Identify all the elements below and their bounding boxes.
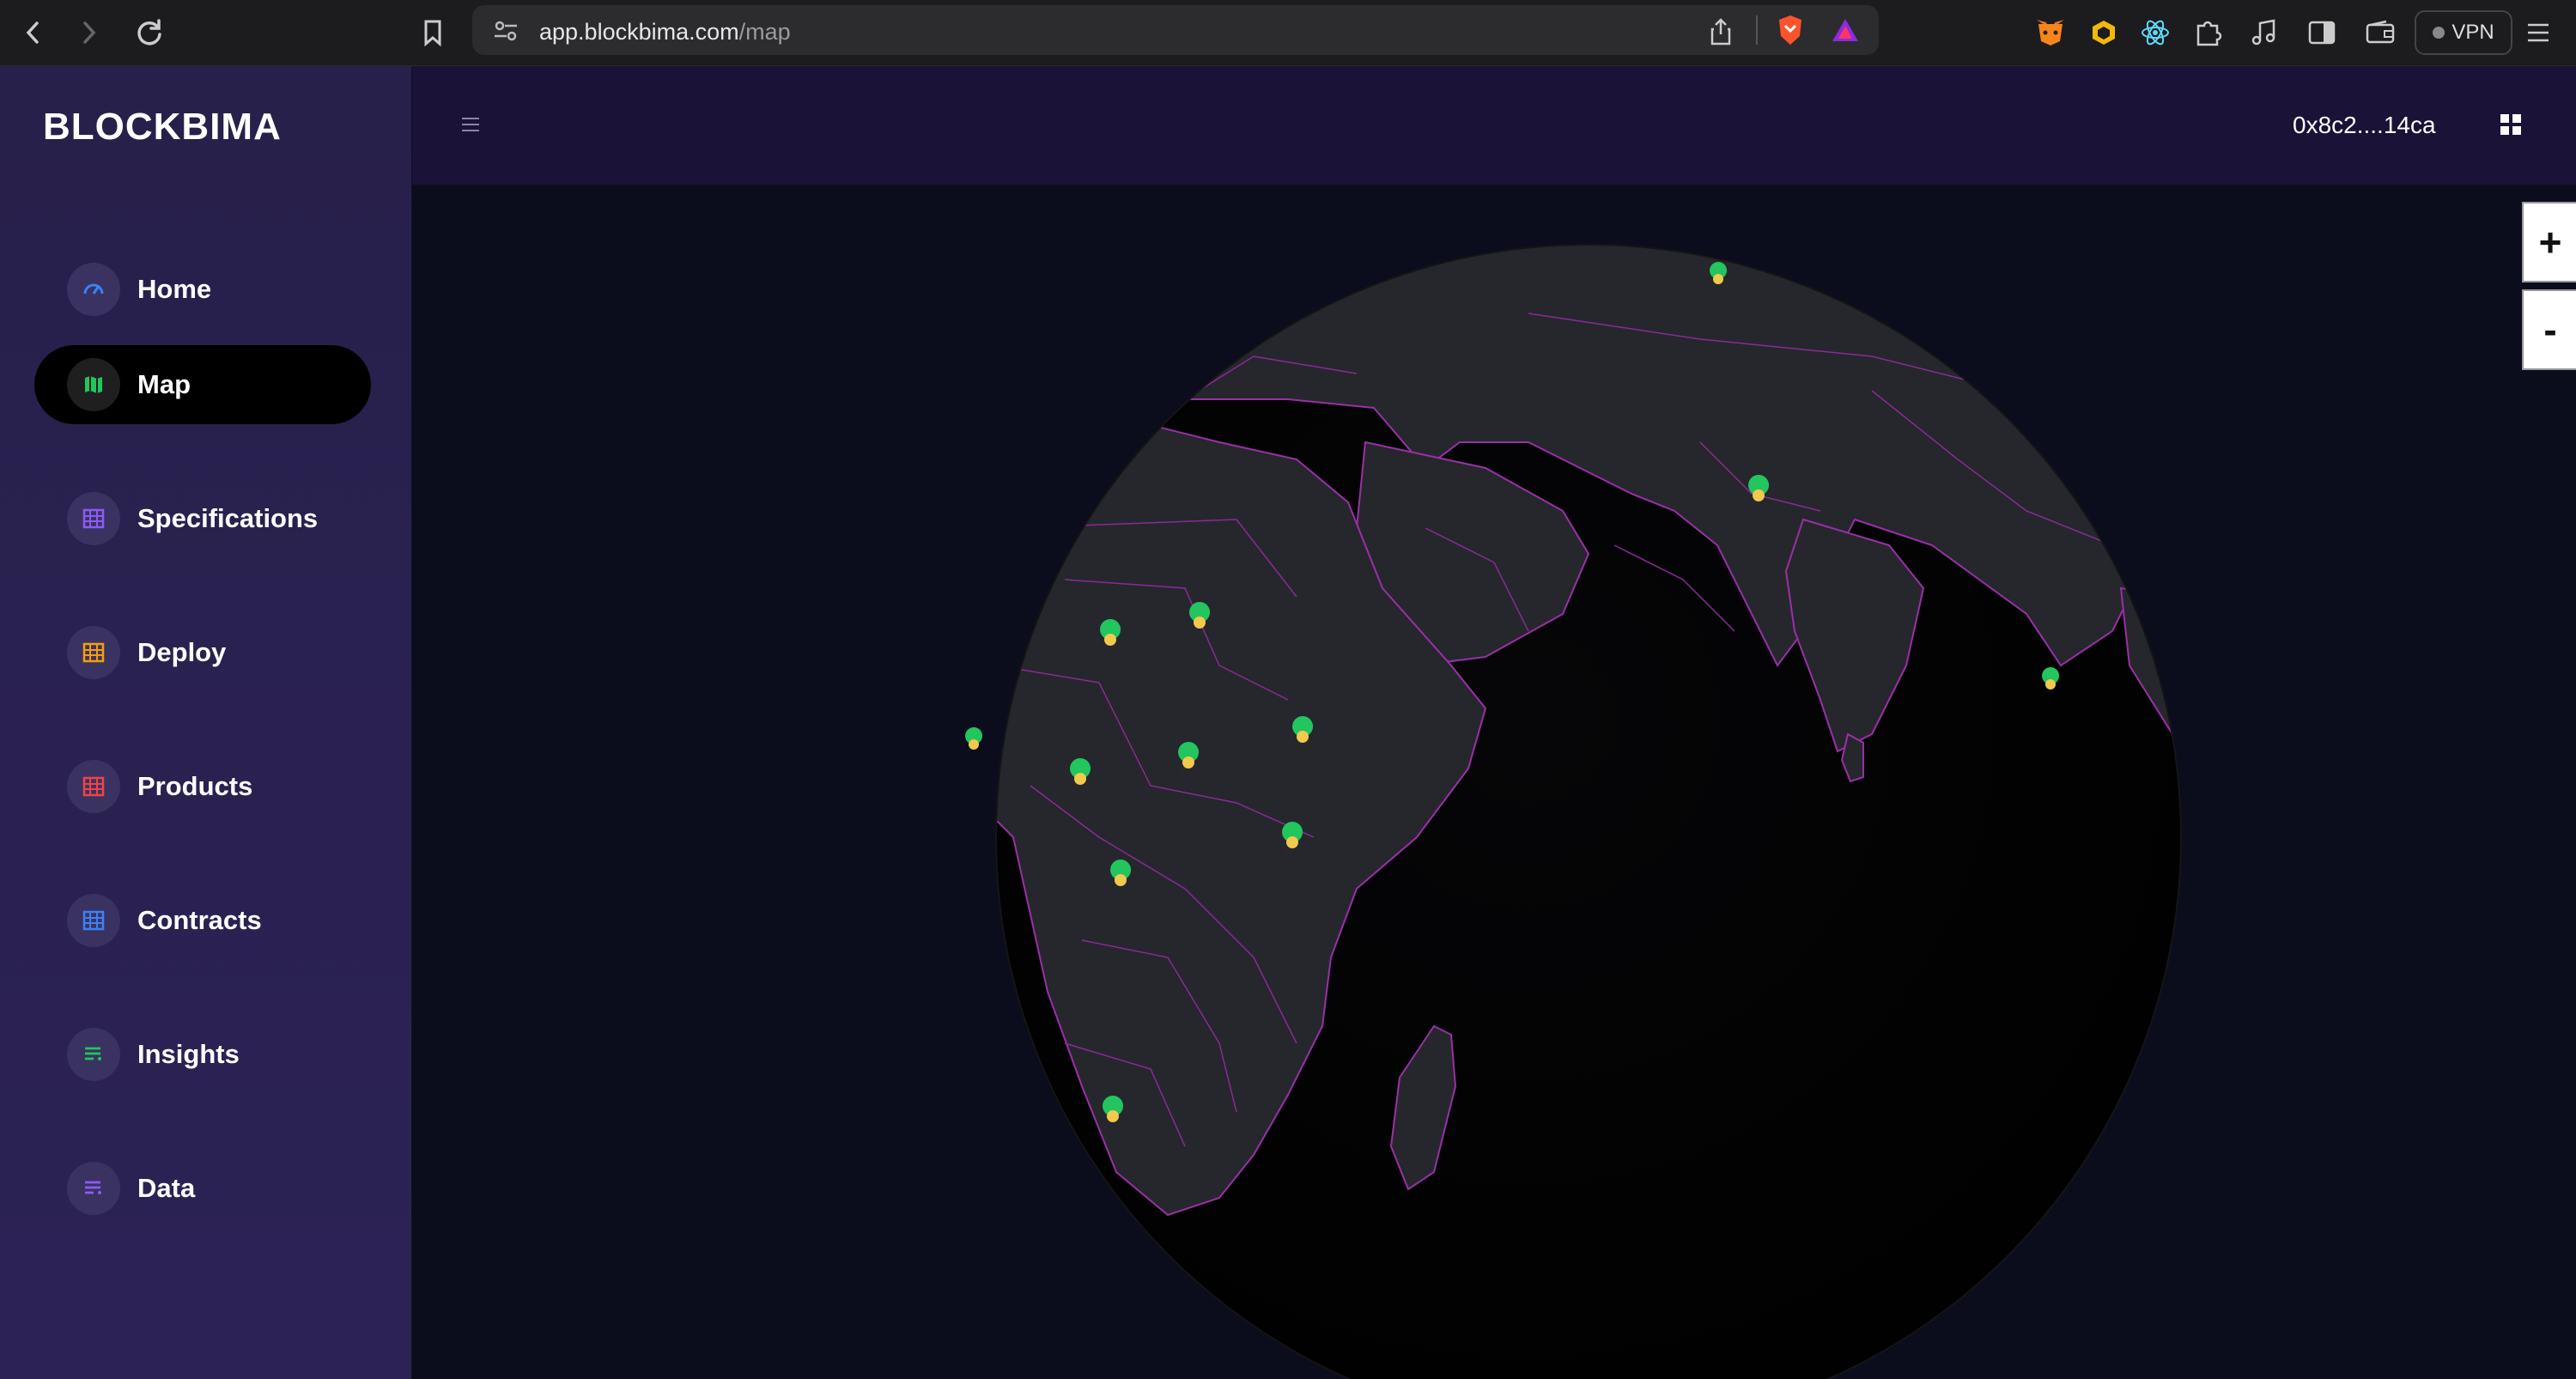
share-icon[interactable] — [1709, 17, 1733, 46]
table-icon — [67, 626, 120, 679]
sidebar-item-map[interactable]: Map — [34, 345, 371, 424]
brave-rewards-icon[interactable] — [1831, 17, 1860, 43]
sidebar-item-contracts[interactable]: Contracts — [34, 881, 371, 960]
sidebar-item-home[interactable]: Home — [34, 250, 371, 329]
globe-map[interactable] — [412, 185, 2576, 1379]
wallet-icon[interactable] — [2361, 14, 2399, 52]
cube-extension-icon[interactable] — [2085, 14, 2123, 52]
forward-button[interactable] — [69, 12, 110, 53]
wallet-address[interactable]: 0x8c2....14ca — [2293, 112, 2436, 139]
map-area[interactable]: + - — [412, 185, 2576, 1379]
bookmark-icon — [424, 20, 441, 46]
table-icon — [67, 492, 120, 545]
table-icon — [67, 760, 120, 813]
bookmark-button[interactable] — [412, 12, 453, 53]
hamburger-menu-icon[interactable] — [460, 116, 481, 133]
sidebar: BLOCKBIMA Home Map Specifications Deploy… — [0, 66, 411, 1379]
table-icon — [67, 894, 120, 947]
sidebar-item-label: Deploy — [137, 637, 227, 667]
address-bar[interactable]: app.blockbima.com/map — [472, 5, 1879, 55]
sidebar-item-products[interactable]: Products — [34, 747, 371, 826]
sidebar-item-label: Insights — [137, 1039, 240, 1069]
zoom-out-button[interactable]: - — [2522, 289, 2576, 370]
sidebar-item-label: Data — [137, 1173, 196, 1203]
sidebar-item-label: Map — [137, 369, 191, 399]
browser-menu-icon[interactable] — [2519, 14, 2557, 52]
app-logo[interactable]: BLOCKBIMA — [43, 106, 282, 149]
reload-icon — [137, 19, 161, 46]
browser-toolbar: app.blockbima.com/map VPN — [0, 0, 2576, 66]
sidebar-item-label: Contracts — [137, 905, 262, 935]
sidebar-item-label: Products — [137, 771, 253, 801]
sidebar-item-label: Specifications — [137, 503, 319, 533]
url-text: app.blockbima.com/map — [539, 19, 791, 45]
list-icon — [67, 1162, 120, 1215]
divider — [1756, 15, 1758, 45]
list-icon — [67, 1028, 120, 1081]
vpn-label: VPN — [2451, 21, 2494, 44]
sidebar-item-deploy[interactable]: Deploy — [34, 613, 371, 692]
back-button[interactable] — [12, 12, 53, 53]
top-header: 0x8c2....14ca — [412, 66, 2576, 185]
music-note-icon[interactable] — [2245, 14, 2282, 52]
vpn-status-icon — [2433, 27, 2445, 39]
brave-shield-icon[interactable] — [1776, 14, 1805, 46]
reload-button[interactable] — [129, 12, 170, 53]
insurance-marker-icon — [965, 727, 983, 756]
map-icon — [67, 358, 120, 411]
speedometer-icon — [67, 263, 120, 316]
zoom-in-button[interactable]: + — [2522, 202, 2576, 282]
forward-arrow-icon — [83, 21, 96, 44]
vpn-button[interactable]: VPN — [2415, 10, 2512, 55]
sidebar-item-insights[interactable]: Insights — [34, 1015, 371, 1094]
back-arrow-icon — [26, 21, 39, 44]
react-devtools-icon[interactable] — [2136, 14, 2174, 52]
apps-grid-icon[interactable] — [2499, 112, 2523, 137]
sidebar-item-specifications[interactable]: Specifications — [34, 479, 371, 558]
extensions-puzzle-icon[interactable] — [2190, 14, 2227, 52]
sidebar-toggle-icon[interactable] — [2303, 14, 2341, 52]
site-settings-icon — [495, 21, 517, 41]
metamask-extension-icon[interactable] — [2032, 14, 2069, 52]
sidebar-item-label: Home — [137, 274, 212, 304]
sidebar-item-data[interactable]: Data — [34, 1149, 371, 1228]
